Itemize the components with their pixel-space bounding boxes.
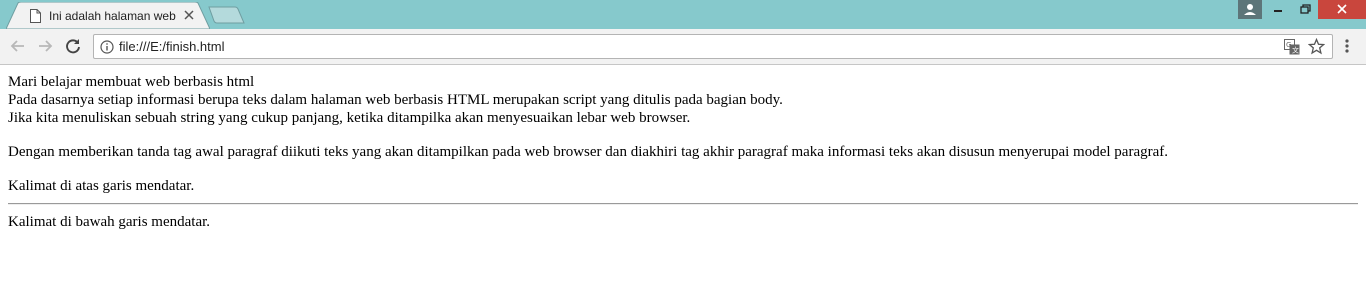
url-text[interactable]: file:///E:/finish.html [119,39,224,54]
profile-button[interactable] [1238,0,1262,19]
restore-button[interactable] [1292,0,1318,19]
info-icon[interactable] [100,40,114,54]
tab-title: Ini adalah halaman web [49,9,176,23]
close-window-button[interactable] [1318,0,1366,19]
browser-toolbar: file:///E:/finish.html G 文 [0,29,1366,65]
svg-text:文: 文 [1292,46,1299,55]
paragraph: Dengan memberikan tanda tag awal paragra… [8,144,1168,160]
star-icon[interactable] [1307,37,1326,55]
page-icon [30,9,41,23]
close-icon [1337,4,1347,14]
minimize-icon [1274,10,1282,12]
text-above-hr: Kalimat di atas garis mendatar. [8,178,195,194]
tab-strip: Ini adalah halaman web [0,0,1366,29]
profile-icon [1244,4,1256,15]
address-bar[interactable]: file:///E:/finish.html G 文 [93,34,1333,59]
back-icon[interactable] [9,37,27,55]
svg-text:G: G [1286,41,1291,49]
text-line-1: Mari belajar membuat web berbasis html [8,74,255,90]
menu-icon[interactable] [1340,37,1354,55]
reload-icon[interactable] [64,37,82,55]
minimize-button[interactable] [1264,0,1292,19]
new-tab-icon[interactable] [207,6,245,24]
page-content: Mari belajar membuat web berbasis html P… [8,73,1358,231]
active-tab[interactable]: Ini adalah halaman web [6,2,210,29]
text-line-3: Jika kita menuliskan sebuah string yang … [8,110,691,126]
restore-icon [1300,4,1311,14]
horizontal-rule [8,203,1358,205]
text-below-hr: Kalimat di bawah garis mendatar. [8,214,211,230]
translate-icon[interactable]: G 文 [1284,39,1300,55]
tab-close-icon[interactable] [182,8,196,22]
text-line-2: Pada dasarnya setiap informasi berupa te… [8,92,783,108]
forward-icon[interactable] [36,37,54,55]
